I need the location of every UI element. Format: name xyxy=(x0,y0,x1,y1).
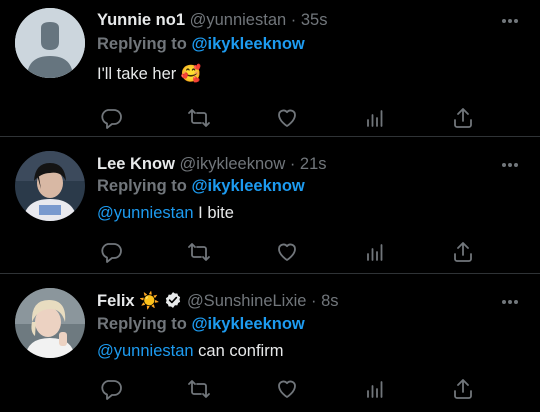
action-bar xyxy=(97,377,487,401)
tweet-header: Lee Know @ikykleeknow · 21s xyxy=(97,154,327,174)
tweet-2[interactable]: Lee Know @ikykleeknow · 21s Replying to … xyxy=(0,137,540,274)
replying-handle[interactable]: @ikykleeknow xyxy=(191,315,304,333)
tweet-text: I'll take her 🥰 xyxy=(97,65,202,83)
tweet-text: @yunniestan can confirm xyxy=(97,341,283,361)
retweet-button[interactable] xyxy=(187,377,211,401)
reply-button[interactable] xyxy=(99,106,123,130)
share-icon xyxy=(454,379,472,399)
display-name[interactable]: Yunnie no1 xyxy=(97,11,185,29)
more-icon[interactable] xyxy=(501,162,519,168)
analytics-icon xyxy=(367,381,383,398)
reply-icon xyxy=(101,109,122,129)
avatar-photo-felix[interactable] xyxy=(15,288,85,358)
more-icon[interactable] xyxy=(501,299,519,305)
retweet-button[interactable] xyxy=(187,106,211,130)
tweet-header: Felix ☀️ @SunshineLixie · 8s xyxy=(97,291,339,311)
tweet-1[interactable]: Yunnie no1 @yunniestan · 35s Replying to… xyxy=(0,0,540,137)
tweet-3[interactable]: Felix ☀️ @SunshineLixie · 8s Replying to… xyxy=(0,274,540,412)
avatar-photo-lee-know[interactable] xyxy=(15,151,85,221)
like-icon xyxy=(278,380,296,398)
retweet-icon xyxy=(188,109,210,127)
replying-label: Replying to xyxy=(97,177,187,195)
separator: · xyxy=(290,11,297,29)
handle[interactable]: @SunshineLixie xyxy=(187,292,307,310)
replying-handle[interactable]: @ikykleeknow xyxy=(191,35,304,53)
action-bar xyxy=(97,240,487,264)
like-button[interactable] xyxy=(275,240,299,264)
analytics-icon xyxy=(367,110,383,127)
verified-icon xyxy=(166,292,181,308)
more-icon[interactable] xyxy=(501,18,519,24)
replying-handle[interactable]: @ikykleeknow xyxy=(191,177,304,195)
share-icon xyxy=(454,242,472,262)
handle[interactable]: @ikykleeknow xyxy=(180,155,286,173)
separator: · xyxy=(289,155,296,173)
tweet-text: @yunniestan I bite xyxy=(97,203,234,223)
reply-button[interactable] xyxy=(99,377,123,401)
default-avatar-icon xyxy=(15,8,85,78)
profile-photo xyxy=(15,288,85,358)
mention-link[interactable]: @yunniestan xyxy=(97,204,194,222)
avatar-default[interactable] xyxy=(15,8,85,78)
analytics-icon xyxy=(367,244,383,261)
tweet-text-content: can confirm xyxy=(198,342,284,360)
analytics-button[interactable] xyxy=(363,240,387,264)
mention-link[interactable]: @yunniestan xyxy=(97,342,194,360)
share-icon xyxy=(454,108,472,128)
analytics-button[interactable] xyxy=(363,106,387,130)
replying-to: Replying to @ikykleeknow xyxy=(97,314,305,334)
retweet-icon xyxy=(188,380,210,398)
replying-label: Replying to xyxy=(97,315,187,333)
like-button[interactable] xyxy=(275,106,299,130)
handle[interactable]: @yunniestan xyxy=(190,11,287,29)
display-name[interactable]: Felix xyxy=(97,292,135,310)
timestamp[interactable]: 8s xyxy=(321,292,338,310)
profile-photo xyxy=(15,151,85,221)
reply-button[interactable] xyxy=(99,240,123,264)
reply-icon xyxy=(101,380,122,400)
like-icon xyxy=(278,109,296,127)
name-emoji: ☀️ xyxy=(139,292,160,310)
replying-to: Replying to @ikykleeknow xyxy=(97,176,305,196)
timestamp[interactable]: 21s xyxy=(300,155,327,173)
share-button[interactable] xyxy=(451,377,475,401)
analytics-button[interactable] xyxy=(363,377,387,401)
separator: · xyxy=(311,292,317,310)
reply-icon xyxy=(101,243,122,263)
retweet-icon xyxy=(188,243,210,261)
like-icon xyxy=(278,243,296,261)
replying-to: Replying to @ikykleeknow xyxy=(97,34,305,54)
share-button[interactable] xyxy=(451,106,475,130)
action-bar xyxy=(97,106,487,130)
share-button[interactable] xyxy=(451,240,475,264)
display-name[interactable]: Lee Know xyxy=(97,155,175,173)
retweet-button[interactable] xyxy=(187,240,211,264)
tweet-text-content: I bite xyxy=(198,204,234,222)
timestamp[interactable]: 35s xyxy=(301,11,328,29)
replying-label: Replying to xyxy=(97,35,187,53)
like-button[interactable] xyxy=(275,377,299,401)
tweet-header: Yunnie no1 @yunniestan · 35s xyxy=(97,10,327,30)
